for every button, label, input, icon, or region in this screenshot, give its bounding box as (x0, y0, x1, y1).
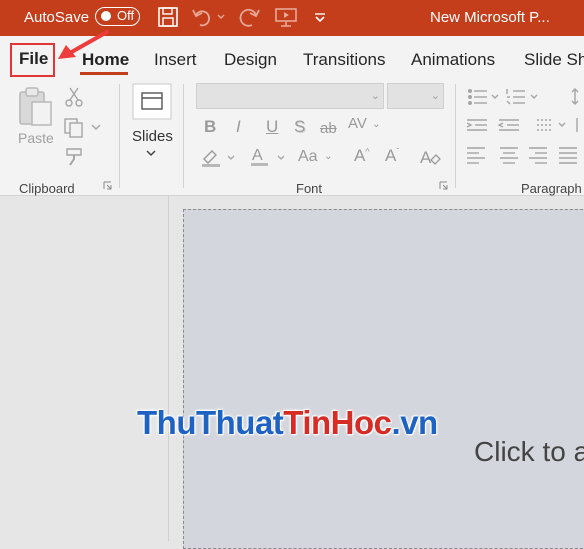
text-shadow-icon[interactable]: S (294, 118, 305, 135)
font-color-icon[interactable]: A (250, 145, 288, 169)
watermark-logo: ThuThuatTinHoc.vn (137, 404, 438, 442)
group-separator (183, 84, 184, 188)
tab-slide-show[interactable]: Slide Sh (524, 50, 584, 70)
watermark-part2: TinHoc (283, 404, 392, 441)
font-name-combobox[interactable]: ⌄ (196, 83, 384, 109)
redo-icon[interactable] (238, 6, 262, 28)
present-from-beginning-icon[interactable] (273, 6, 299, 28)
red-arrow-icon (58, 30, 109, 59)
thumbnail-pane-divider[interactable] (168, 196, 169, 541)
bold-icon[interactable]: B (204, 118, 216, 135)
watermark-part1: ThuThuat (137, 404, 284, 441)
chevron-down-icon[interactable]: ⌄ (431, 89, 440, 102)
tab-file[interactable]: File (19, 49, 48, 69)
highlighter-icon[interactable] (200, 147, 238, 169)
autosave-label: AutoSave (24, 9, 90, 26)
new-slide-icon[interactable] (132, 83, 172, 120)
autosave-state: Off (117, 8, 135, 23)
undo-icon[interactable] (190, 6, 226, 28)
copy-icon[interactable] (63, 117, 103, 139)
title-placeholder[interactable]: Click to a (474, 436, 584, 468)
paragraph-controls-icon[interactable] (467, 88, 584, 172)
customize-quick-access-icon[interactable] (313, 6, 327, 28)
italic-icon[interactable]: I (236, 118, 241, 135)
font-dialog-launcher-icon[interactable] (439, 181, 448, 190)
tab-animations[interactable]: Animations (411, 50, 495, 70)
toggle-knob (101, 11, 111, 21)
paste-label[interactable]: Paste (18, 130, 54, 146)
watermark-part3: .vn (391, 404, 439, 441)
chevron-down-icon[interactable] (146, 150, 156, 158)
tab-transitions[interactable]: Transitions (303, 50, 386, 70)
font-size-combobox[interactable]: ⌄ (387, 83, 444, 109)
character-spacing-icon[interactable]: AV (348, 116, 367, 131)
new-slide-label[interactable]: Slides (132, 128, 173, 145)
svg-text:A: A (420, 148, 432, 167)
decrease-font-size-icon[interactable]: Aˇ (385, 147, 399, 164)
change-case-icon[interactable]: Aa (298, 149, 318, 165)
slide-canvas[interactable] (183, 209, 584, 549)
svg-text:A: A (252, 147, 263, 164)
tab-insert[interactable]: Insert (154, 50, 197, 70)
tab-design[interactable]: Design (224, 50, 277, 70)
underline-icon[interactable]: U (266, 118, 278, 135)
cut-icon[interactable] (64, 86, 84, 108)
clipboard-dialog-launcher-icon[interactable] (103, 181, 112, 190)
chevron-down-icon[interactable]: ⌄ (371, 89, 380, 102)
chevron-down-icon[interactable]: ⌄ (372, 120, 380, 130)
clear-formatting-icon[interactable]: A (418, 146, 442, 168)
document-title: New Microsoft P... (430, 9, 550, 26)
clipboard-group-label: Clipboard (19, 181, 75, 196)
group-separator (119, 84, 120, 188)
autosave-toggle[interactable]: Off (95, 7, 140, 26)
font-group-label: Font (296, 181, 323, 196)
strikethrough-icon[interactable]: ab (320, 121, 337, 136)
save-icon[interactable] (157, 6, 179, 28)
format-painter-icon[interactable] (63, 145, 87, 167)
paste-icon[interactable] (17, 86, 55, 128)
paragraph-group-label: Paragraph (521, 181, 582, 196)
selected-tab-indicator (80, 72, 128, 75)
increase-font-size-icon[interactable]: A^ (354, 147, 370, 164)
chevron-down-icon[interactable]: ⌄ (324, 152, 332, 162)
group-separator (455, 84, 456, 188)
